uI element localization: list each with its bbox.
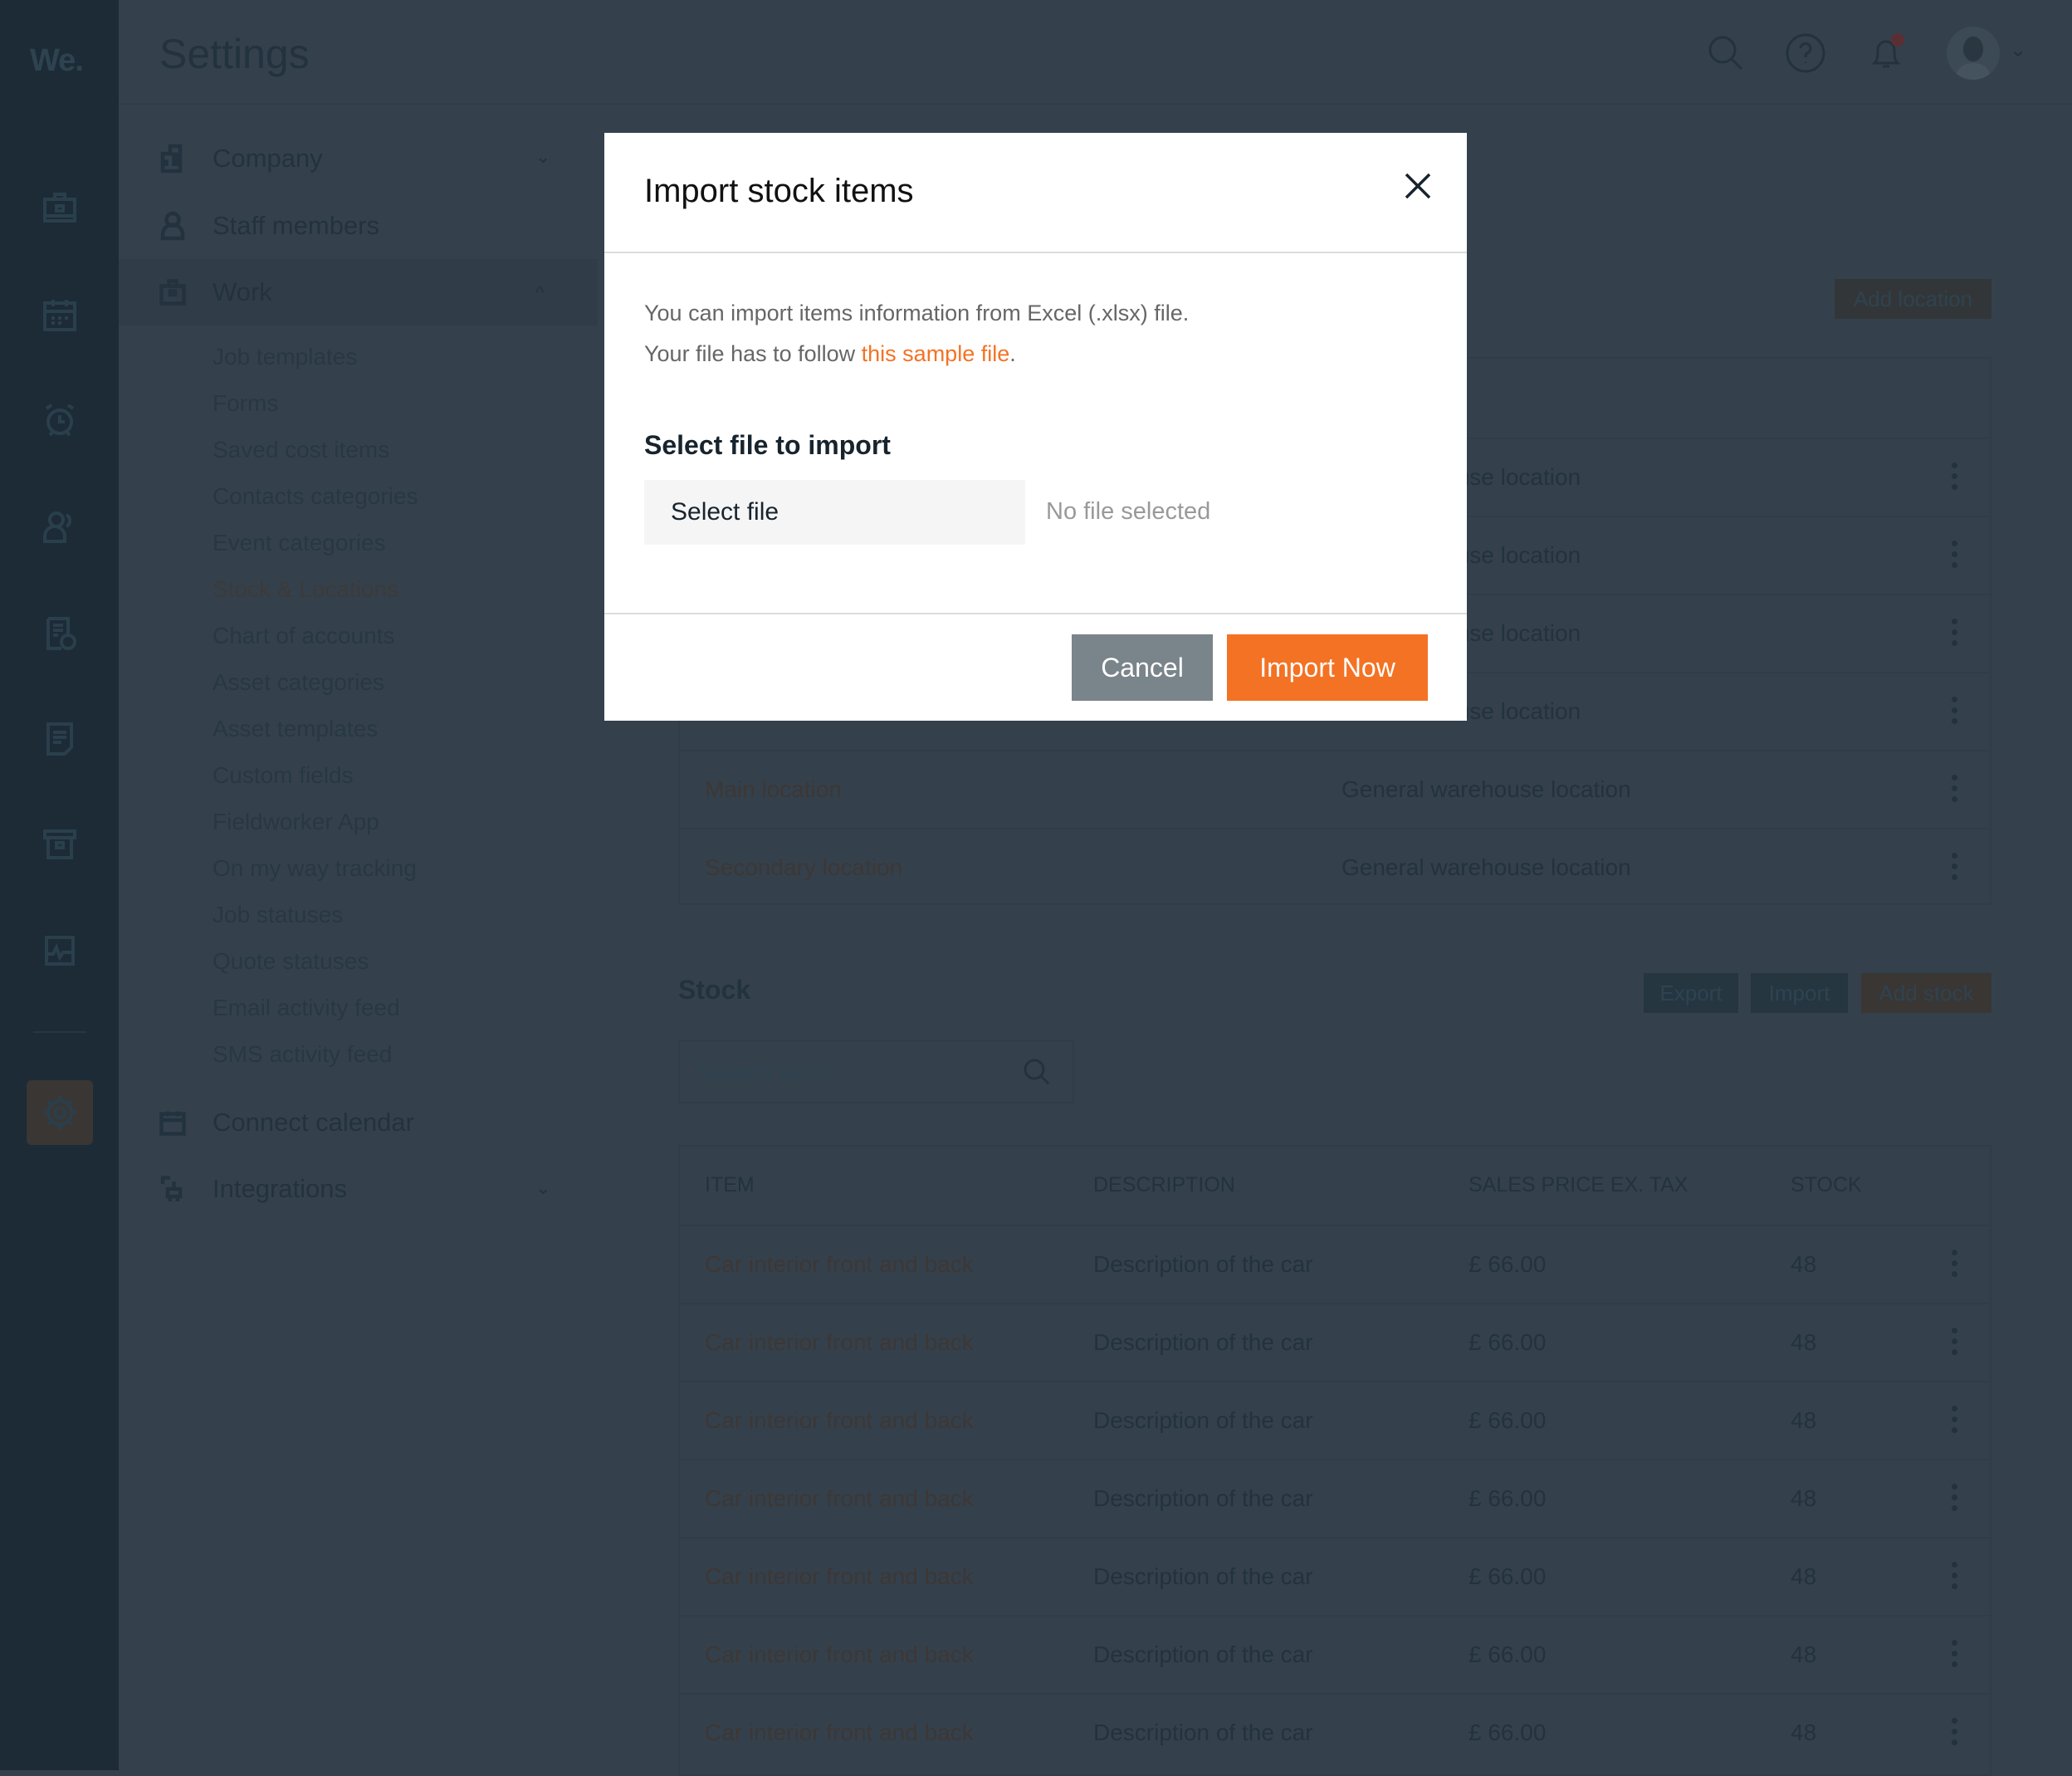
- select-file-button[interactable]: Select file: [644, 480, 1025, 545]
- close-icon[interactable]: [1401, 169, 1434, 203]
- cancel-button[interactable]: Cancel: [1072, 634, 1213, 701]
- footer-divider: [604, 613, 1467, 614]
- modal-title: Import stock items: [644, 173, 914, 209]
- file-status: No file selected: [1046, 498, 1211, 525]
- header-divider: [604, 252, 1467, 253]
- select-file-label: Select file to import: [644, 430, 891, 460]
- sample-file-link[interactable]: this sample file: [862, 341, 1010, 366]
- import-modal: Import stock items You can import items …: [604, 133, 1467, 721]
- info-text: You can import items information from Ex…: [644, 301, 1190, 325]
- sample-file-text: Your file has to follow this sample file…: [644, 341, 1016, 367]
- import-now-button[interactable]: Import Now: [1227, 634, 1428, 701]
- sample-file-suffix: .: [1009, 341, 1016, 366]
- sample-file-prefix: Your file has to follow: [644, 341, 862, 366]
